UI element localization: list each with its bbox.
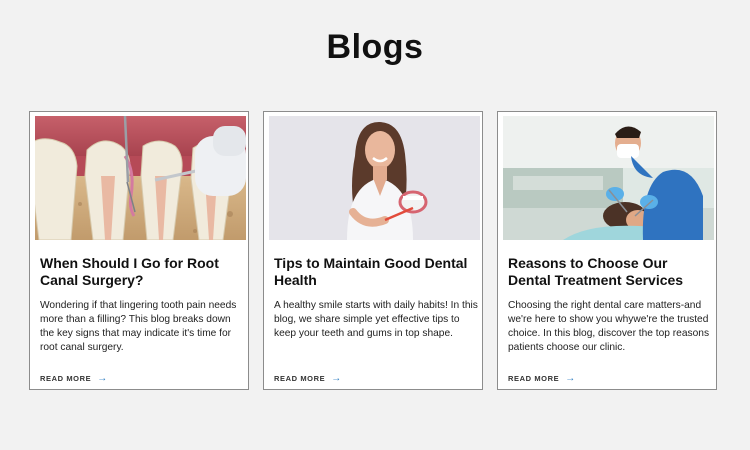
blog-title[interactable]: Tips to Maintain Good Dental Health bbox=[274, 255, 479, 289]
read-more-link[interactable]: READ MORE → bbox=[40, 373, 108, 384]
blog-thumbnail[interactable] bbox=[269, 116, 480, 240]
blog-card[interactable]: Tips to Maintain Good Dental Health A he… bbox=[263, 111, 483, 390]
read-more-label: READ MORE bbox=[508, 374, 560, 383]
blog-card[interactable]: When Should I Go for Root Canal Surgery?… bbox=[29, 111, 249, 390]
blog-title[interactable]: When Should I Go for Root Canal Surgery? bbox=[40, 255, 245, 289]
blog-excerpt: Wondering if that lingering tooth pain n… bbox=[40, 300, 237, 353]
arrow-right-icon: → bbox=[565, 373, 576, 384]
read-more-label: READ MORE bbox=[274, 374, 326, 383]
blog-excerpt: A healthy smile starts with daily habits… bbox=[274, 300, 478, 339]
blog-card-list: When Should I Go for Root Canal Surgery?… bbox=[29, 111, 721, 392]
blogs-section: Blogs When Should I Go for Root Canal Su… bbox=[0, 0, 750, 450]
blog-card[interactable]: Reasons to Choose Our Dental Treatment S… bbox=[497, 111, 717, 390]
woman-toothbrush-image bbox=[269, 116, 480, 240]
tooth-cross-section-image bbox=[35, 116, 246, 240]
dentist-patient-image bbox=[503, 116, 714, 240]
read-more-link[interactable]: READ MORE → bbox=[508, 373, 576, 384]
read-more-label: READ MORE bbox=[40, 374, 92, 383]
arrow-right-icon: → bbox=[331, 373, 342, 384]
section-title: Blogs bbox=[326, 28, 424, 66]
blog-excerpt: Choosing the right dental care matters-a… bbox=[508, 300, 710, 353]
blog-thumbnail[interactable] bbox=[503, 116, 714, 240]
blog-title[interactable]: Reasons to Choose Our Dental Treatment S… bbox=[508, 255, 713, 289]
blog-thumbnail[interactable] bbox=[35, 116, 246, 240]
arrow-right-icon: → bbox=[97, 373, 108, 384]
read-more-link[interactable]: READ MORE → bbox=[274, 373, 342, 384]
